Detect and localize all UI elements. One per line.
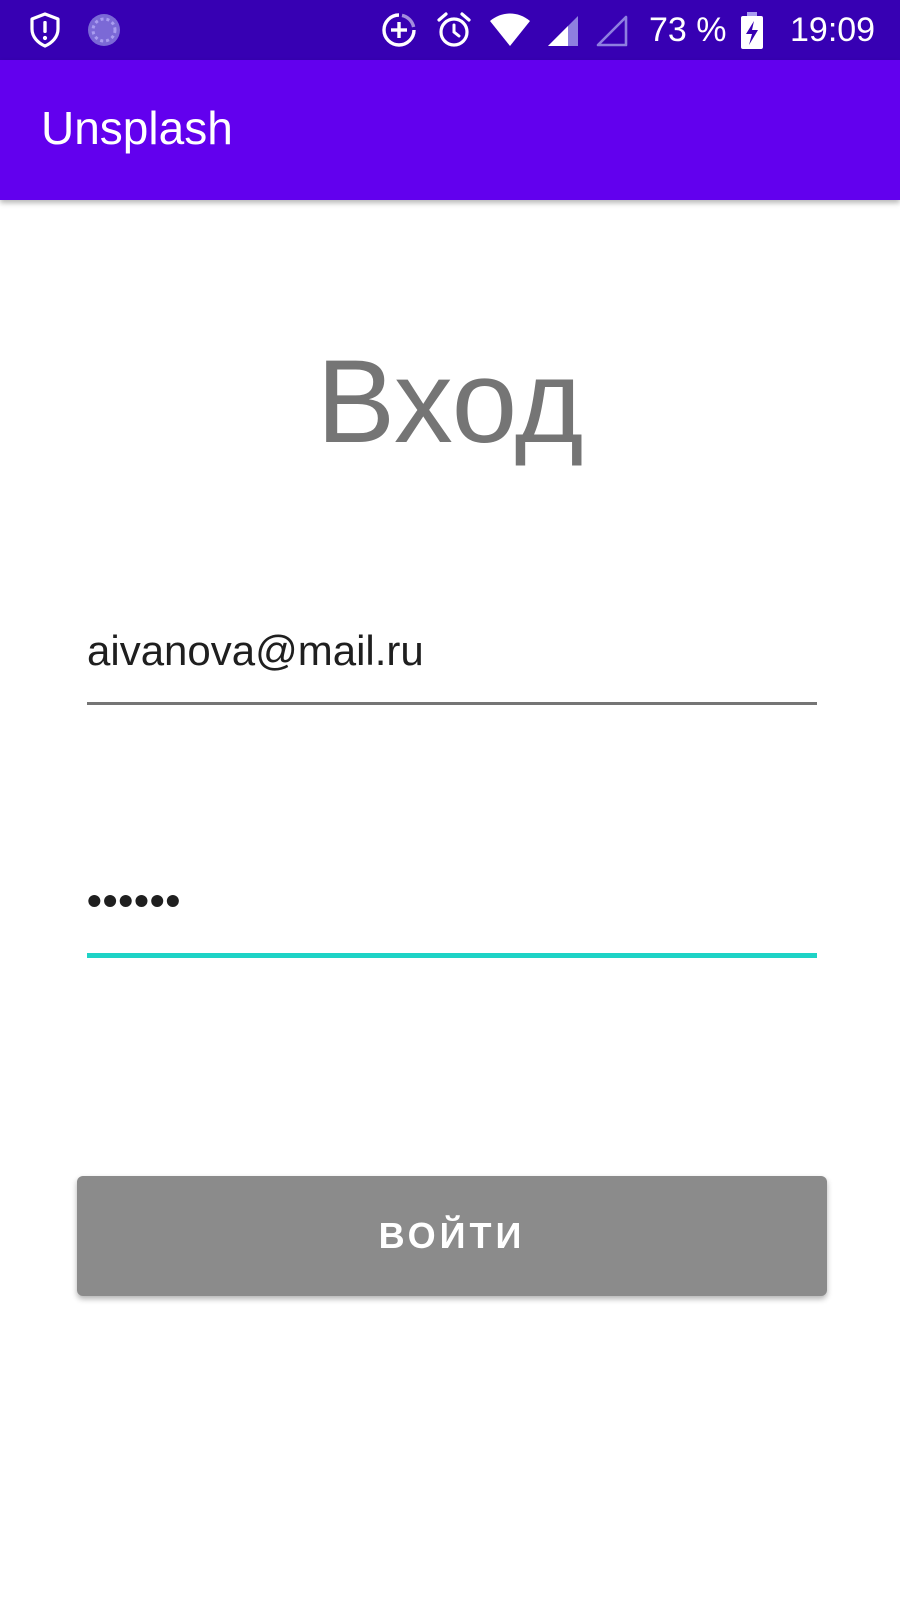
- signal-icon: [548, 16, 578, 46]
- password-field[interactable]: ••••••: [87, 860, 817, 960]
- clock: 19:09: [790, 11, 876, 49]
- login-button-label: ВОЙТИ: [378, 1215, 526, 1256]
- battery-percentage: 73 %: [649, 11, 727, 49]
- status-bar: 73 % 19:09: [0, 0, 900, 60]
- password-value[interactable]: ••••••: [87, 866, 817, 936]
- email-underline: [87, 702, 817, 705]
- battery-charging-icon: [741, 12, 763, 49]
- login-button[interactable]: ВОЙТИ: [77, 1176, 827, 1296]
- app-title: Unsplash: [41, 102, 233, 154]
- signal-empty-icon: [596, 15, 628, 47]
- email-field[interactable]: aivanova@mail.ru: [87, 616, 817, 706]
- login-screen: 73 % 19:09 Unsplash Вход aivanova@mail.r…: [0, 0, 900, 1600]
- data-saver-icon: [382, 13, 416, 47]
- login-heading: Вход: [316, 336, 584, 468]
- wifi-icon: [490, 13, 530, 46]
- alarm-icon: [437, 12, 471, 47]
- password-underline-focused: [87, 953, 817, 958]
- email-value[interactable]: aivanova@mail.ru: [87, 616, 817, 686]
- loading-circle-icon: [88, 14, 120, 46]
- app-bar: Unsplash: [0, 60, 900, 200]
- shield-alert-icon: [30, 12, 60, 48]
